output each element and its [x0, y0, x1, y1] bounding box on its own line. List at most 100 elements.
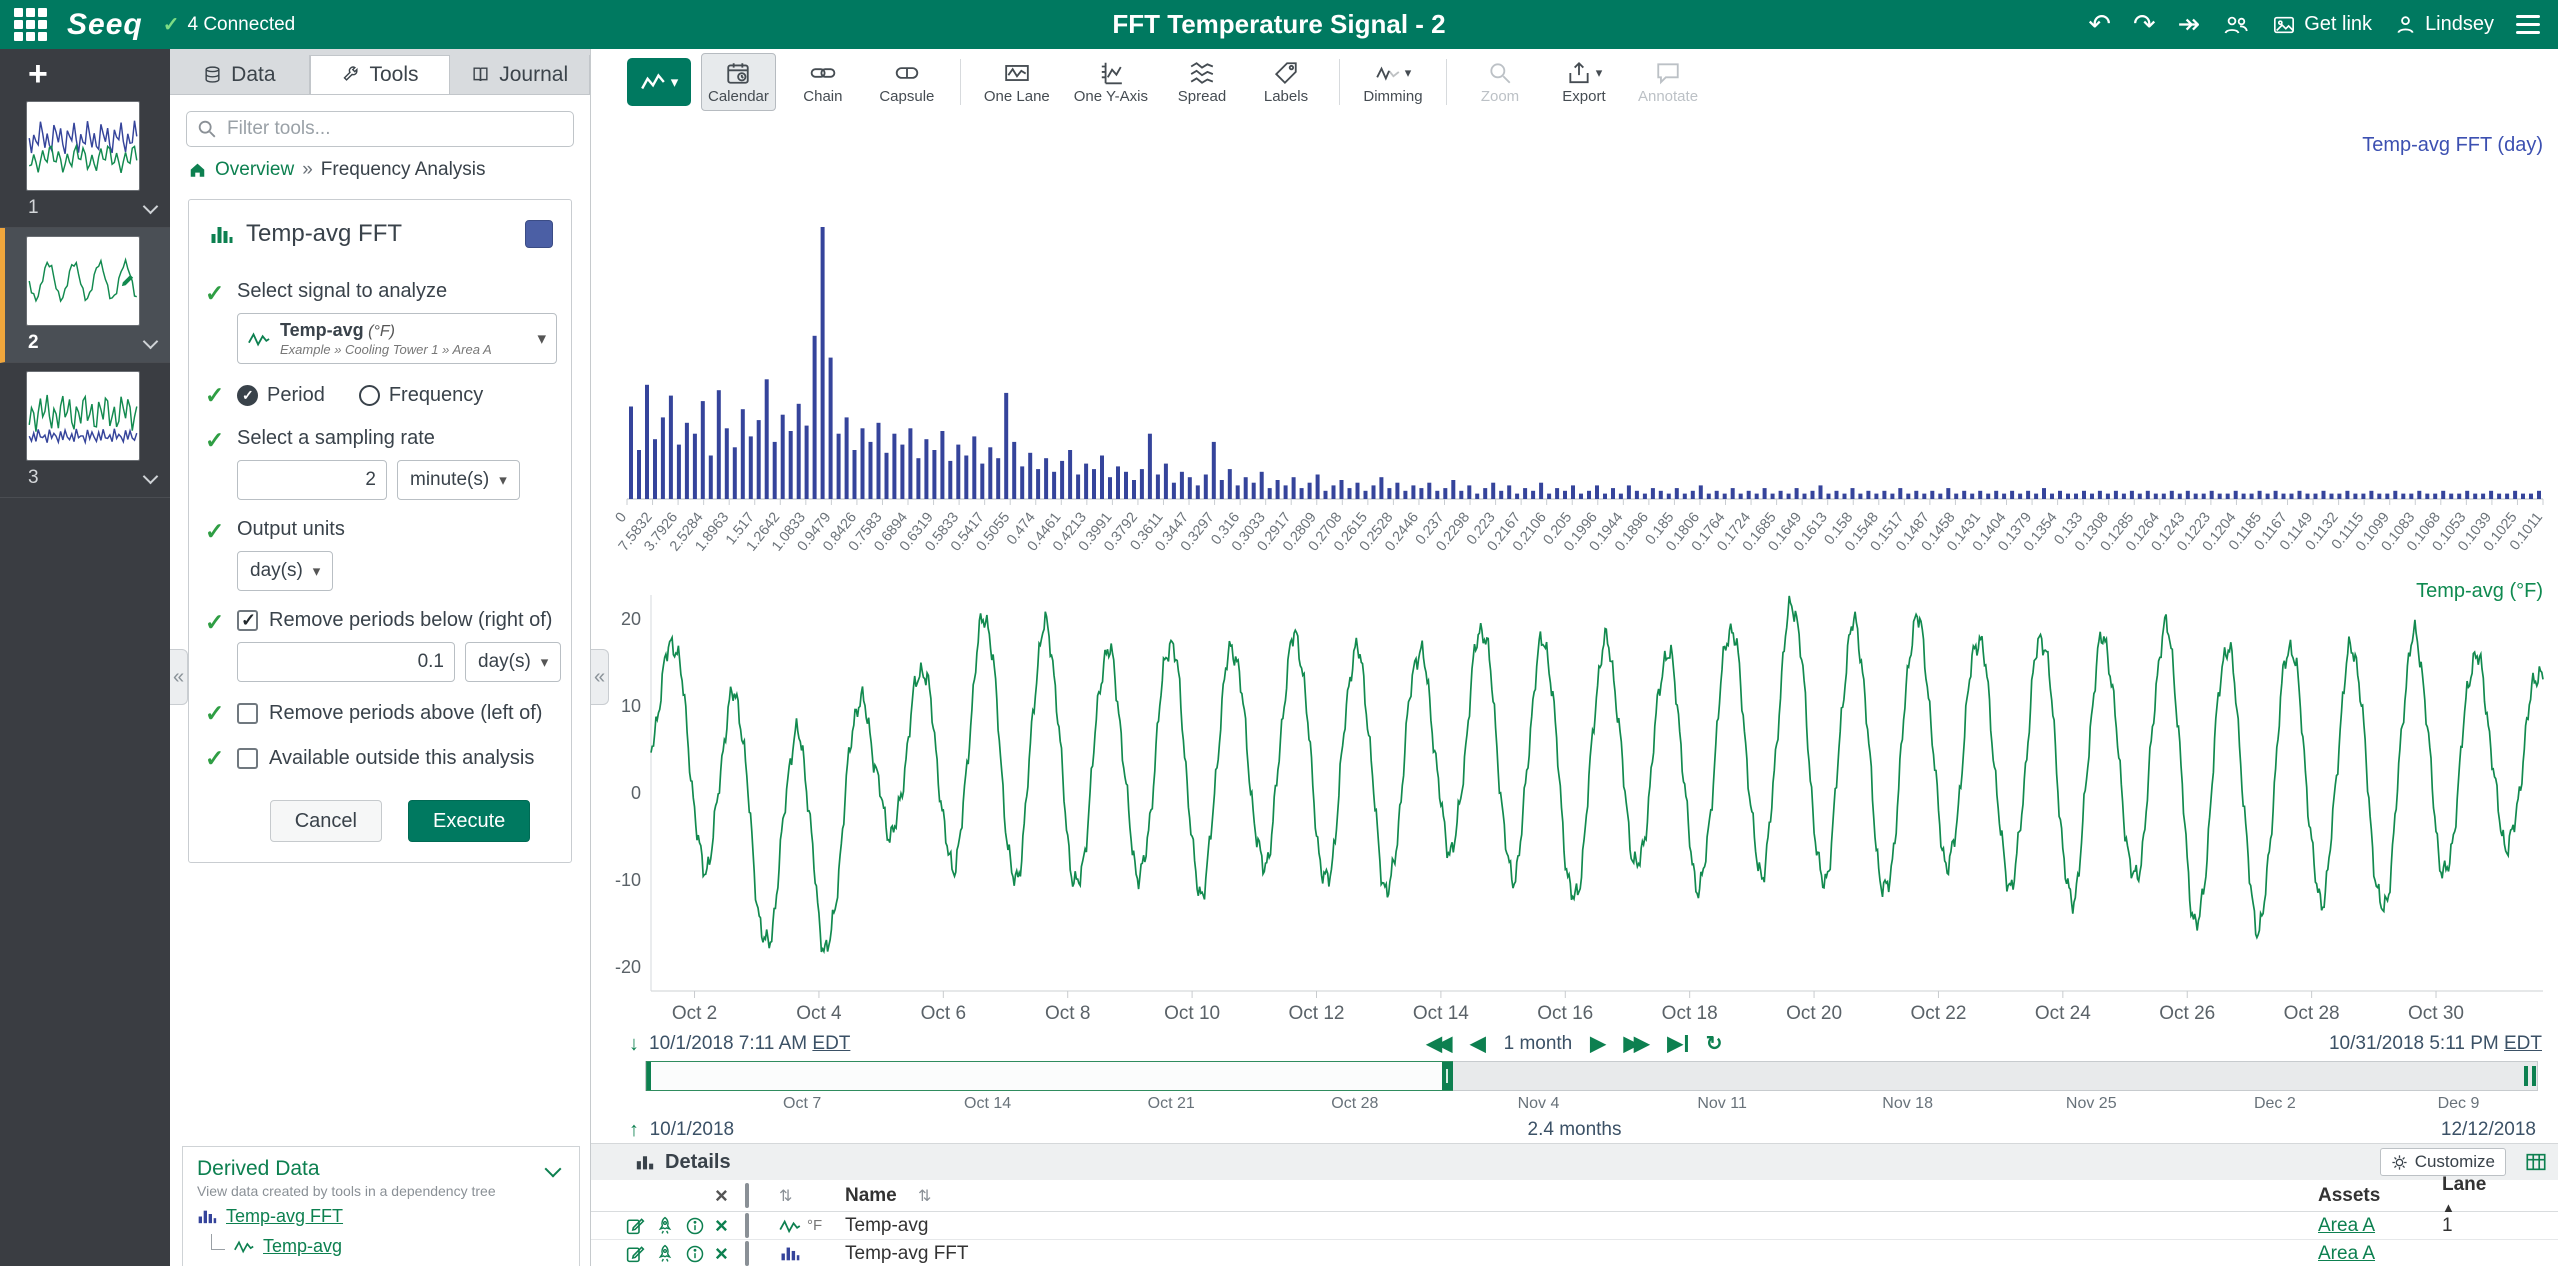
- worksheet-thumbnail[interactable]: [26, 371, 140, 461]
- chevron-down-icon[interactable]: [143, 198, 159, 214]
- redo-icon[interactable]: ↷: [2133, 11, 2156, 38]
- timezone-link[interactable]: EDT: [812, 1033, 850, 1054]
- timebar-right-handle[interactable]: [1442, 1062, 1453, 1090]
- investigate-start-date[interactable]: 10/1/2018: [650, 1119, 735, 1141]
- arrow-down-icon[interactable]: ↓: [629, 1034, 639, 1054]
- dimming-button[interactable]: ▾ Dimming: [1356, 53, 1430, 111]
- step-forward-large-icon[interactable]: ▶▶: [1624, 1034, 1650, 1054]
- remove-below-input[interactable]: [237, 642, 455, 682]
- name-column-header[interactable]: Name: [845, 1185, 897, 1207]
- rocket-icon[interactable]: [655, 1243, 685, 1264]
- assets-column-header[interactable]: Assets: [2318, 1185, 2428, 1207]
- row-checkbox[interactable]: [745, 1241, 749, 1266]
- app-launcher-icon[interactable]: [14, 8, 47, 41]
- color-swatch[interactable]: [525, 220, 553, 248]
- remove-above-checkbox[interactable]: [237, 703, 258, 724]
- add-table-icon[interactable]: [2524, 1151, 2548, 1173]
- execute-button[interactable]: Execute: [408, 800, 530, 842]
- asset-link[interactable]: Area A: [2318, 1215, 2375, 1236]
- tab-tools[interactable]: Tools: [310, 55, 451, 94]
- export-button[interactable]: ▾ Export: [1547, 53, 1621, 111]
- user-button[interactable]: Lindsey: [2394, 13, 2494, 36]
- present-view-icon[interactable]: ↠: [2178, 11, 2201, 38]
- timezone-link[interactable]: EDT: [2504, 1033, 2542, 1054]
- edit-item-icon[interactable]: [625, 1215, 655, 1236]
- step-to-end-icon[interactable]: ▶: [1667, 1034, 1687, 1054]
- available-outside-checkbox[interactable]: [237, 748, 258, 769]
- range-start-datetime[interactable]: 10/1/2018 7:11 AM EDT: [649, 1033, 850, 1055]
- derived-item-fft[interactable]: Temp-avg FFT: [197, 1206, 567, 1227]
- fft-chart[interactable]: 07.58323.79262.52841.89631.5171.26421.08…: [591, 115, 2558, 567]
- derived-item-link[interactable]: Temp-avg: [263, 1236, 342, 1257]
- collapse-chevron-icon[interactable]: [545, 1161, 562, 1178]
- collapse-panel-handle[interactable]: «: [591, 649, 609, 705]
- hamburger-menu-icon[interactable]: [2516, 15, 2540, 34]
- worksheet-item-2[interactable]: 2: [0, 228, 170, 363]
- frequency-radio[interactable]: Frequency: [359, 384, 484, 407]
- investigate-duration[interactable]: 2.4 months: [1528, 1119, 1622, 1141]
- chevron-down-icon[interactable]: [143, 468, 159, 484]
- home-icon[interactable]: [188, 161, 207, 179]
- worksheet-thumbnail[interactable]: [26, 236, 140, 326]
- info-icon[interactable]: [685, 1216, 715, 1236]
- worksheet-thumbnail[interactable]: [26, 101, 140, 191]
- row-checkbox[interactable]: [745, 1213, 749, 1238]
- below-unit-dropdown[interactable]: day(s)▾: [465, 642, 561, 682]
- sampling-rate-input[interactable]: [237, 460, 387, 500]
- trend-chart[interactable]: 20100-10-20Oct 2Oct 4Oct 6Oct 8Oct 10Oct…: [591, 567, 2558, 1029]
- step-back-icon[interactable]: ◀: [1470, 1034, 1485, 1054]
- timebar-selected-region[interactable]: [646, 1061, 1453, 1091]
- get-link-button[interactable]: Get link: [2272, 13, 2372, 36]
- select-all-checkbox[interactable]: [745, 1183, 749, 1208]
- spread-button[interactable]: Spread: [1165, 53, 1239, 111]
- radio-icon[interactable]: [359, 385, 380, 406]
- asset-link[interactable]: Area A: [2318, 1243, 2375, 1264]
- tab-data[interactable]: Data: [170, 55, 310, 94]
- sort-icon[interactable]: ⇅: [918, 1186, 931, 1206]
- investigate-end-date[interactable]: 12/12/2018: [2441, 1119, 2536, 1141]
- sampling-unit-dropdown[interactable]: minute(s)▾: [397, 460, 520, 500]
- timebar-end-handle[interactable]: [2524, 1066, 2536, 1086]
- remove-all-icon[interactable]: ×: [715, 1185, 728, 1207]
- duration-label[interactable]: 1 month: [1504, 1033, 1573, 1055]
- tab-journal[interactable]: Journal: [450, 55, 590, 94]
- remove-item-icon[interactable]: ×: [715, 1215, 728, 1237]
- lane-column-header[interactable]: Lane ▲: [2428, 1174, 2498, 1218]
- users-icon[interactable]: [2222, 13, 2250, 37]
- filter-tools-input[interactable]: [186, 111, 574, 147]
- display-type-dropdown[interactable]: ▾: [627, 58, 691, 106]
- cancel-button[interactable]: Cancel: [270, 800, 382, 842]
- range-end-datetime[interactable]: 10/31/2018 5:11 PM EDT: [2329, 1033, 2542, 1055]
- remove-item-icon[interactable]: ×: [715, 1243, 728, 1265]
- edit-item-icon[interactable]: [625, 1243, 655, 1264]
- worksheet-item-1[interactable]: 1: [0, 93, 170, 228]
- info-icon[interactable]: [685, 1244, 715, 1264]
- customize-button[interactable]: Customize: [2380, 1148, 2506, 1176]
- capsule-button[interactable]: Capsule: [870, 53, 944, 111]
- one-y-axis-button[interactable]: One Y-Axis: [1067, 53, 1155, 111]
- one-lane-button[interactable]: One Lane: [977, 53, 1057, 111]
- labels-button[interactable]: Labels: [1249, 53, 1323, 111]
- arrow-up-icon[interactable]: ↑: [629, 1120, 639, 1140]
- rocket-icon[interactable]: [655, 1215, 685, 1236]
- chain-button[interactable]: Chain: [786, 53, 860, 111]
- refresh-icon[interactable]: ↻: [1706, 1034, 1723, 1054]
- remove-below-checkbox[interactable]: [237, 610, 258, 631]
- derived-item-signal[interactable]: Temp-avg: [197, 1234, 567, 1258]
- step-back-large-icon[interactable]: ◀◀: [1426, 1034, 1452, 1054]
- timebar-track[interactable]: [645, 1061, 2538, 1091]
- radio-icon[interactable]: [237, 385, 258, 406]
- undo-icon[interactable]: ↶: [2088, 11, 2111, 38]
- timebar-left-handle[interactable]: [647, 1062, 651, 1090]
- sort-icon[interactable]: ⇅: [779, 1186, 792, 1206]
- worksheet-item-3[interactable]: 3: [0, 363, 170, 498]
- signal-select[interactable]: Temp-avg (°F) Example » Cooling Tower 1 …: [237, 313, 557, 364]
- output-unit-dropdown[interactable]: day(s)▾: [237, 551, 333, 591]
- derived-item-link[interactable]: Temp-avg FFT: [226, 1206, 343, 1227]
- chevron-down-icon[interactable]: [143, 333, 159, 349]
- step-forward-icon[interactable]: ▶: [1590, 1034, 1605, 1054]
- calendar-button[interactable]: Calendar: [701, 53, 776, 111]
- add-worksheet-button[interactable]: +: [0, 49, 170, 93]
- breadcrumb-overview-link[interactable]: Overview: [215, 159, 294, 181]
- collapse-worksheet-strip-handle[interactable]: «: [170, 649, 188, 705]
